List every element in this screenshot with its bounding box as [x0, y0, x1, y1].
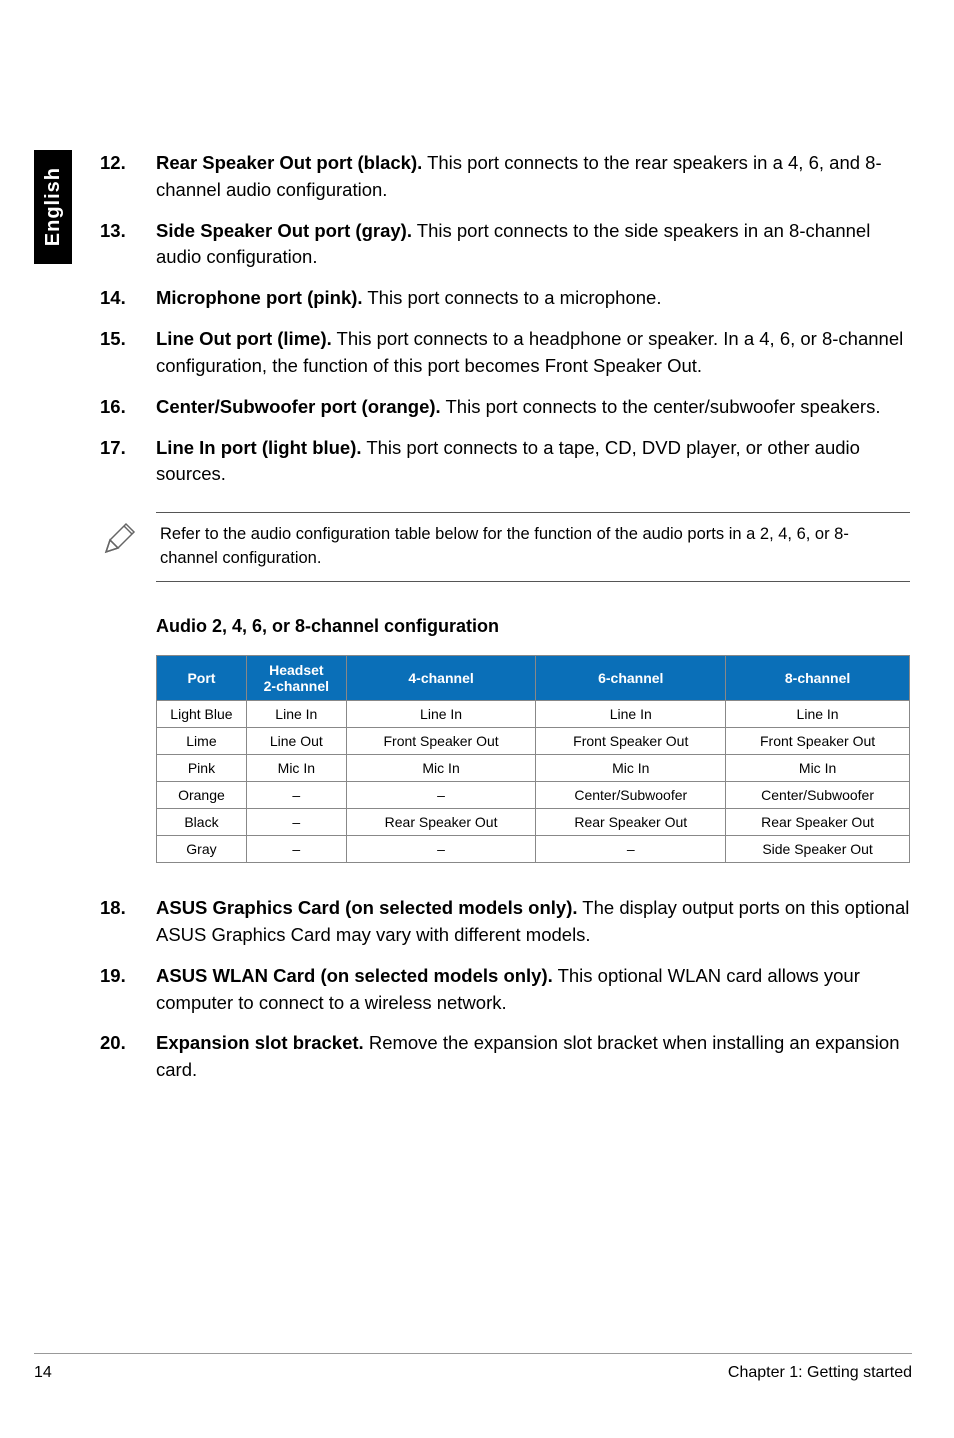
page-footer: 14 Chapter 1: Getting started: [34, 1353, 912, 1382]
cell-2ch: –: [246, 782, 346, 809]
item-number: 18.: [100, 895, 156, 949]
note-text: Refer to the audio configuration table b…: [156, 512, 910, 582]
cell-port: Light Blue: [157, 701, 247, 728]
list-item: 12. Rear Speaker Out port (black). This …: [100, 150, 910, 204]
cell-2ch: Line Out: [246, 728, 346, 755]
cell-port: Lime: [157, 728, 247, 755]
cell-6ch: Line In: [536, 701, 726, 728]
cell-port: Black: [157, 809, 247, 836]
cell-4ch: Rear Speaker Out: [346, 809, 536, 836]
item-number: 14.: [100, 285, 156, 312]
item-body: Expansion slot bracket. Remove the expan…: [156, 1030, 910, 1084]
item-number: 19.: [100, 963, 156, 1017]
page-content: 12. Rear Speaker Out port (black). This …: [100, 150, 910, 1098]
item-body: Center/Subwoofer port (orange). This por…: [156, 394, 910, 421]
item-lead: Line Out port (lime).: [156, 328, 332, 349]
cell-port: Pink: [157, 755, 247, 782]
table-row: Black – Rear Speaker Out Rear Speaker Ou…: [157, 809, 910, 836]
table-row: Light Blue Line In Line In Line In Line …: [157, 701, 910, 728]
cell-8ch: Mic In: [726, 755, 910, 782]
cell-4ch: –: [346, 782, 536, 809]
item-number: 15.: [100, 326, 156, 380]
item-body: ASUS Graphics Card (on selected models o…: [156, 895, 910, 949]
table-row: Lime Line Out Front Speaker Out Front Sp…: [157, 728, 910, 755]
th-2channel: Headset 2-channel: [246, 655, 346, 700]
cell-4ch: –: [346, 836, 536, 863]
cell-4ch: Line In: [346, 701, 536, 728]
item-number: 20.: [100, 1030, 156, 1084]
list-item: 20. Expansion slot bracket. Remove the e…: [100, 1030, 910, 1084]
list-item: 18. ASUS Graphics Card (on selected mode…: [100, 895, 910, 949]
item-number: 17.: [100, 435, 156, 489]
item-body: Line Out port (lime). This port connects…: [156, 326, 910, 380]
cell-8ch: Line In: [726, 701, 910, 728]
cell-8ch: Side Speaker Out: [726, 836, 910, 863]
list-item: 19. ASUS WLAN Card (on selected models o…: [100, 963, 910, 1017]
cell-2ch: –: [246, 836, 346, 863]
th-8channel: 8-channel: [726, 655, 910, 700]
item-lead: Side Speaker Out port (gray).: [156, 220, 412, 241]
language-tab: English: [34, 150, 72, 264]
item-lead: ASUS WLAN Card (on selected models only)…: [156, 965, 553, 986]
cell-2ch: Line In: [246, 701, 346, 728]
page-number: 14: [34, 1364, 52, 1382]
table-row: Orange – – Center/Subwoofer Center/Subwo…: [157, 782, 910, 809]
item-lead: Line In port (light blue).: [156, 437, 362, 458]
table-heading: Audio 2, 4, 6, or 8-channel configuratio…: [156, 616, 910, 637]
cell-port: Gray: [157, 836, 247, 863]
cell-8ch: Rear Speaker Out: [726, 809, 910, 836]
cell-6ch: Front Speaker Out: [536, 728, 726, 755]
item-body: Rear Speaker Out port (black). This port…: [156, 150, 910, 204]
pencil-icon: [100, 512, 156, 563]
cell-6ch: Rear Speaker Out: [536, 809, 726, 836]
list-item: 13. Side Speaker Out port (gray). This p…: [100, 218, 910, 272]
cell-4ch: Front Speaker Out: [346, 728, 536, 755]
chapter-label: Chapter 1: Getting started: [728, 1364, 912, 1382]
cell-port: Orange: [157, 782, 247, 809]
item-number: 16.: [100, 394, 156, 421]
cell-2ch: Mic In: [246, 755, 346, 782]
item-body: Side Speaker Out port (gray). This port …: [156, 218, 910, 272]
cell-6ch: Mic In: [536, 755, 726, 782]
table-row: Gray – – – Side Speaker Out: [157, 836, 910, 863]
list-item: 16. Center/Subwoofer port (orange). This…: [100, 394, 910, 421]
list-item: 15. Line Out port (lime). This port conn…: [100, 326, 910, 380]
th-port: Port: [157, 655, 247, 700]
cell-4ch: Mic In: [346, 755, 536, 782]
item-number: 12.: [100, 150, 156, 204]
cell-2ch: –: [246, 809, 346, 836]
list-item: 14. Microphone port (pink). This port co…: [100, 285, 910, 312]
item-lead: Expansion slot bracket.: [156, 1032, 364, 1053]
cell-8ch: Front Speaker Out: [726, 728, 910, 755]
item-body: ASUS WLAN Card (on selected models only)…: [156, 963, 910, 1017]
item-number: 13.: [100, 218, 156, 272]
item-lead: Rear Speaker Out port (black).: [156, 152, 422, 173]
item-lead: Center/Subwoofer port (orange).: [156, 396, 441, 417]
th-6channel: 6-channel: [536, 655, 726, 700]
item-text: This port connects to a microphone.: [363, 287, 662, 308]
th-2channel-line1: Headset: [251, 662, 342, 678]
audio-config-table: Port Headset 2-channel 4-channel 6-chann…: [156, 655, 910, 863]
cell-6ch: –: [536, 836, 726, 863]
th-4channel: 4-channel: [346, 655, 536, 700]
list-item: 17. Line In port (light blue). This port…: [100, 435, 910, 489]
item-body: Microphone port (pink). This port connec…: [156, 285, 910, 312]
item-body: Line In port (light blue). This port con…: [156, 435, 910, 489]
language-tab-label: English: [42, 167, 65, 246]
item-lead: ASUS Graphics Card (on selected models o…: [156, 897, 578, 918]
th-2channel-line2: 2-channel: [251, 678, 342, 694]
item-text: This port connects to the center/subwoof…: [441, 396, 881, 417]
note-block: Refer to the audio configuration table b…: [100, 512, 910, 582]
item-lead: Microphone port (pink).: [156, 287, 363, 308]
table-row: Pink Mic In Mic In Mic In Mic In: [157, 755, 910, 782]
cell-8ch: Center/Subwoofer: [726, 782, 910, 809]
cell-6ch: Center/Subwoofer: [536, 782, 726, 809]
